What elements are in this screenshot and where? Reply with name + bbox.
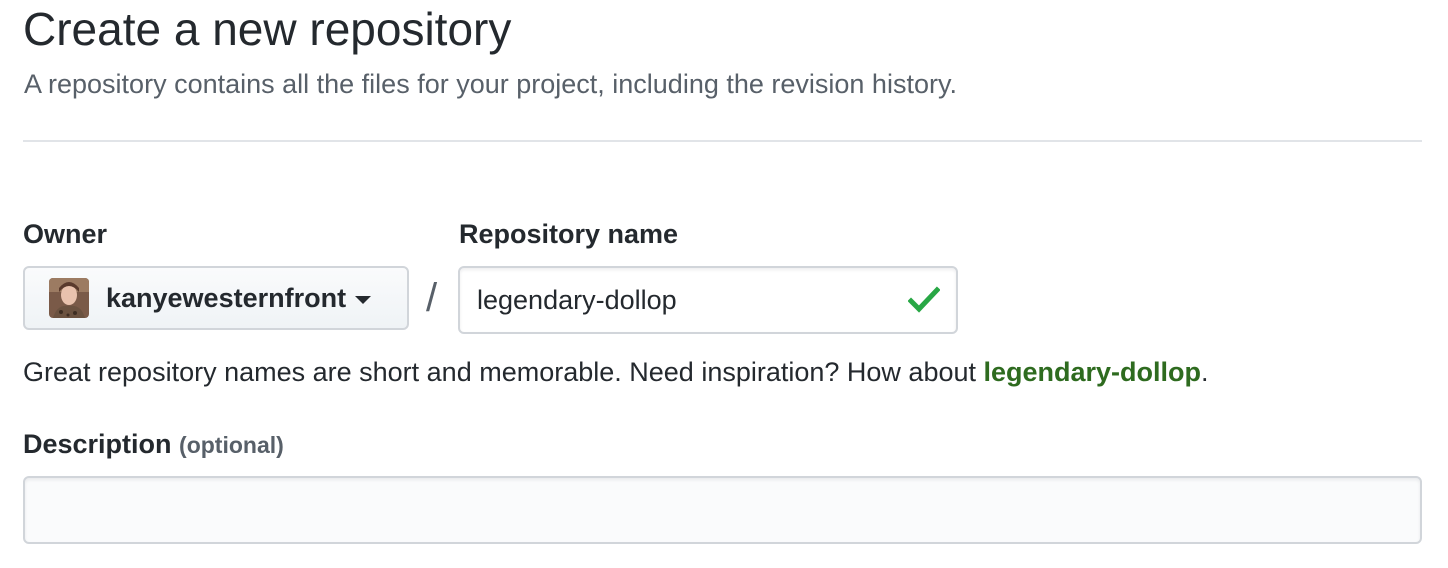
hint-suffix: . — [1201, 357, 1209, 387]
hint-text: Great repository names are short and mem… — [23, 357, 984, 387]
header-divider — [23, 140, 1422, 142]
owner-repo-separator: / — [426, 276, 438, 320]
user-avatar-icon — [49, 278, 89, 318]
description-label-text: Description — [23, 429, 172, 459]
optional-note: (optional) — [179, 432, 284, 458]
chevron-down-icon — [355, 295, 372, 304]
description-label: Description (optional) — [23, 428, 284, 461]
repository-name-label: Repository name — [459, 219, 679, 249]
owner-label: Owner — [23, 219, 108, 249]
owner-dropdown[interactable]: kanyewesternfront — [23, 266, 409, 330]
owner-name: kanyewesternfront — [106, 282, 347, 313]
check-icon — [908, 286, 940, 313]
repository-name-hint: Great repository names are short and mem… — [23, 355, 1209, 389]
repository-name-value[interactable]: legendary-dollop — [477, 285, 908, 316]
page-title: Create a new repository — [23, 3, 512, 55]
page-subtitle: A repository contains all the files for … — [24, 69, 957, 99]
description-input[interactable] — [23, 476, 1422, 544]
suggested-name-link[interactable]: legendary-dollop — [984, 357, 1202, 387]
repository-name-input[interactable]: legendary-dollop — [458, 266, 958, 334]
